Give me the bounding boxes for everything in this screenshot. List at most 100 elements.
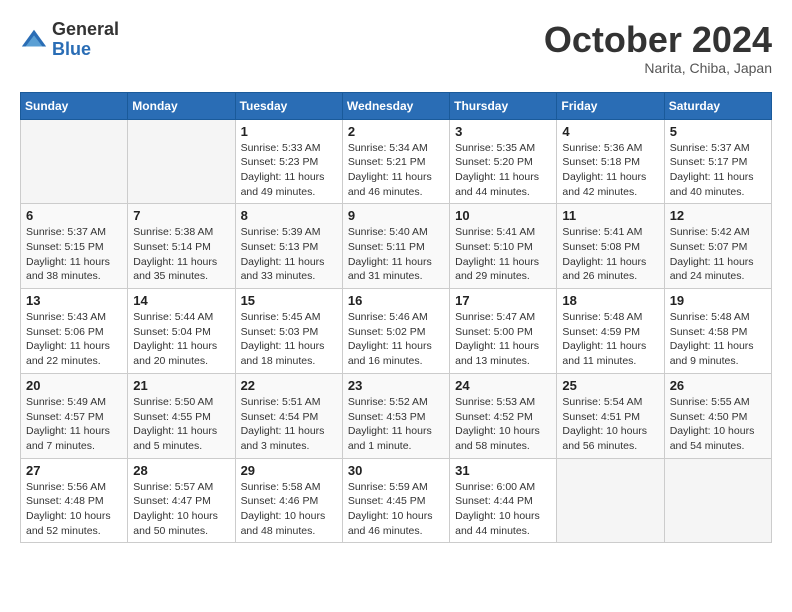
day-details: Sunrise: 5:51 AMSunset: 4:54 PMDaylight:… [241,395,337,454]
calendar-cell: 14 Sunrise: 5:44 AMSunset: 5:04 PMDayligh… [128,289,235,374]
day-number: 26 [670,378,766,393]
day-details: Sunrise: 5:38 AMSunset: 5:14 PMDaylight:… [133,225,229,284]
day-number: 5 [670,124,766,139]
calendar-cell: 25Sunrise: 5:54 AMSunset: 4:51 PMDayligh… [557,373,664,458]
day-number: 17 [455,293,551,308]
day-details: Sunrise: 5:49 AMSunset: 4:57 PMDaylight:… [26,395,122,454]
calendar-cell: 23 Sunrise: 5:52 AMSunset: 4:53 PMDayligh… [342,373,449,458]
day-details: Sunrise: 5:39 AMSunset: 5:13 PMDaylight:… [241,225,337,284]
day-number: 22 [241,378,337,393]
day-number: 19 [670,293,766,308]
calendar-cell: 7 Sunrise: 5:38 AMSunset: 5:14 PMDaylight… [128,204,235,289]
day-details: Sunrise: 5:57 AMSunset: 4:47 PMDaylight:… [133,480,229,539]
calendar-cell: 15 Sunrise: 5:45 AMSunset: 5:03 PMDayligh… [235,289,342,374]
day-number: 21 [133,378,229,393]
day-details: Sunrise: 5:47 AMSunset: 5:00 PMDaylight:… [455,310,551,369]
day-details: Sunrise: 5:48 AMSunset: 4:59 PMDaylight:… [562,310,658,369]
page-header: General Blue October 2024 Narita, Chiba,… [20,20,772,76]
calendar-cell: 20 Sunrise: 5:49 AMSunset: 4:57 PMDayligh… [21,373,128,458]
day-number: 28 [133,463,229,478]
weekday-header: Thursday [450,92,557,119]
day-details: Sunrise: 5:46 AMSunset: 5:02 PMDaylight:… [348,310,444,369]
day-details: Sunrise: 5:37 AMSunset: 5:15 PMDaylight:… [26,225,122,284]
day-details: Sunrise: 5:42 AMSunset: 5:07 PMDaylight:… [670,225,766,284]
day-details: Sunrise: 5:41 AMSunset: 5:08 PMDaylight:… [562,225,658,284]
calendar-cell [664,458,771,543]
day-details: Sunrise: 5:43 AMSunset: 5:06 PMDaylight:… [26,310,122,369]
day-number: 27 [26,463,122,478]
calendar-cell [21,119,128,204]
day-number: 24 [455,378,551,393]
day-number: 25 [562,378,658,393]
weekday-header: Friday [557,92,664,119]
calendar-cell [128,119,235,204]
day-details: Sunrise: 5:53 AMSunset: 4:52 PMDaylight:… [455,395,551,454]
day-number: 6 [26,208,122,223]
calendar-cell: 10 Sunrise: 5:41 AMSunset: 5:10 PMDayligh… [450,204,557,289]
day-number: 14 [133,293,229,308]
day-details: Sunrise: 5:55 AMSunset: 4:50 PMDaylight:… [670,395,766,454]
day-number: 30 [348,463,444,478]
day-number: 13 [26,293,122,308]
calendar-cell: 22 Sunrise: 5:51 AMSunset: 4:54 PMDayligh… [235,373,342,458]
calendar-cell: 6 Sunrise: 5:37 AMSunset: 5:15 PMDaylight… [21,204,128,289]
calendar-week-row: 13 Sunrise: 5:43 AMSunset: 5:06 PMDayligh… [21,289,772,374]
calendar-table: SundayMondayTuesdayWednesdayThursdayFrid… [20,92,772,544]
calendar-cell: 29Sunrise: 5:58 AMSunset: 4:46 PMDayligh… [235,458,342,543]
weekday-header: Tuesday [235,92,342,119]
day-number: 8 [241,208,337,223]
calendar-cell: 17 Sunrise: 5:47 AMSunset: 5:00 PMDayligh… [450,289,557,374]
calendar-cell: 4 Sunrise: 5:36 AMSunset: 5:18 PMDaylight… [557,119,664,204]
day-details: Sunrise: 5:44 AMSunset: 5:04 PMDaylight:… [133,310,229,369]
calendar-cell: 13 Sunrise: 5:43 AMSunset: 5:06 PMDayligh… [21,289,128,374]
day-details: Sunrise: 5:37 AMSunset: 5:17 PMDaylight:… [670,141,766,200]
day-details: Sunrise: 6:00 AMSunset: 4:44 PMDaylight:… [455,480,551,539]
day-number: 7 [133,208,229,223]
day-number: 9 [348,208,444,223]
logo-general: General [52,20,119,40]
calendar-week-row: 1Sunrise: 5:33 AMSunset: 5:23 PMDaylight… [21,119,772,204]
calendar-cell: 24 Sunrise: 5:53 AMSunset: 4:52 PMDayligh… [450,373,557,458]
day-details: Sunrise: 5:40 AMSunset: 5:11 PMDaylight:… [348,225,444,284]
day-number: 18 [562,293,658,308]
day-number: 4 [562,124,658,139]
calendar-cell: 12 Sunrise: 5:42 AMSunset: 5:07 PMDayligh… [664,204,771,289]
calendar-body: 1Sunrise: 5:33 AMSunset: 5:23 PMDaylight… [21,119,772,543]
day-details: Sunrise: 5:34 AMSunset: 5:21 PMDaylight:… [348,141,444,200]
weekday-header: Sunday [21,92,128,119]
logo-blue: Blue [52,40,119,60]
day-number: 20 [26,378,122,393]
day-details: Sunrise: 5:45 AMSunset: 5:03 PMDaylight:… [241,310,337,369]
day-number: 15 [241,293,337,308]
day-number: 31 [455,463,551,478]
calendar-cell: 3Sunrise: 5:35 AMSunset: 5:20 PMDaylight… [450,119,557,204]
day-details: Sunrise: 5:41 AMSunset: 5:10 PMDaylight:… [455,225,551,284]
weekday-header: Monday [128,92,235,119]
day-details: Sunrise: 5:52 AMSunset: 4:53 PMDaylight:… [348,395,444,454]
day-details: Sunrise: 5:36 AMSunset: 5:18 PMDaylight:… [562,141,658,200]
calendar-cell: 8 Sunrise: 5:39 AMSunset: 5:13 PMDaylight… [235,204,342,289]
day-number: 16 [348,293,444,308]
day-number: 1 [241,124,337,139]
calendar-cell: 31 Sunrise: 6:00 AMSunset: 4:44 PMDayligh… [450,458,557,543]
calendar-week-row: 27 Sunrise: 5:56 AMSunset: 4:48 PMDayligh… [21,458,772,543]
day-number: 2 [348,124,444,139]
day-details: Sunrise: 5:59 AMSunset: 4:45 PMDaylight:… [348,480,444,539]
calendar-week-row: 6 Sunrise: 5:37 AMSunset: 5:15 PMDaylight… [21,204,772,289]
day-number: 10 [455,208,551,223]
weekday-header: Wednesday [342,92,449,119]
calendar-cell: 28 Sunrise: 5:57 AMSunset: 4:47 PMDayligh… [128,458,235,543]
weekday-header: Saturday [664,92,771,119]
day-number: 12 [670,208,766,223]
calendar-cell: 26 Sunrise: 5:55 AMSunset: 4:50 PMDayligh… [664,373,771,458]
calendar-cell: 18 Sunrise: 5:48 AMSunset: 4:59 PMDayligh… [557,289,664,374]
logo: General Blue [20,20,119,60]
calendar-cell: 9 Sunrise: 5:40 AMSunset: 5:11 PMDaylight… [342,204,449,289]
calendar-cell: 5 Sunrise: 5:37 AMSunset: 5:17 PMDaylight… [664,119,771,204]
day-number: 23 [348,378,444,393]
calendar-cell: 11Sunrise: 5:41 AMSunset: 5:08 PMDayligh… [557,204,664,289]
calendar-week-row: 20 Sunrise: 5:49 AMSunset: 4:57 PMDayligh… [21,373,772,458]
calendar-cell: 2 Sunrise: 5:34 AMSunset: 5:21 PMDaylight… [342,119,449,204]
day-details: Sunrise: 5:58 AMSunset: 4:46 PMDaylight:… [241,480,337,539]
day-details: Sunrise: 5:56 AMSunset: 4:48 PMDaylight:… [26,480,122,539]
